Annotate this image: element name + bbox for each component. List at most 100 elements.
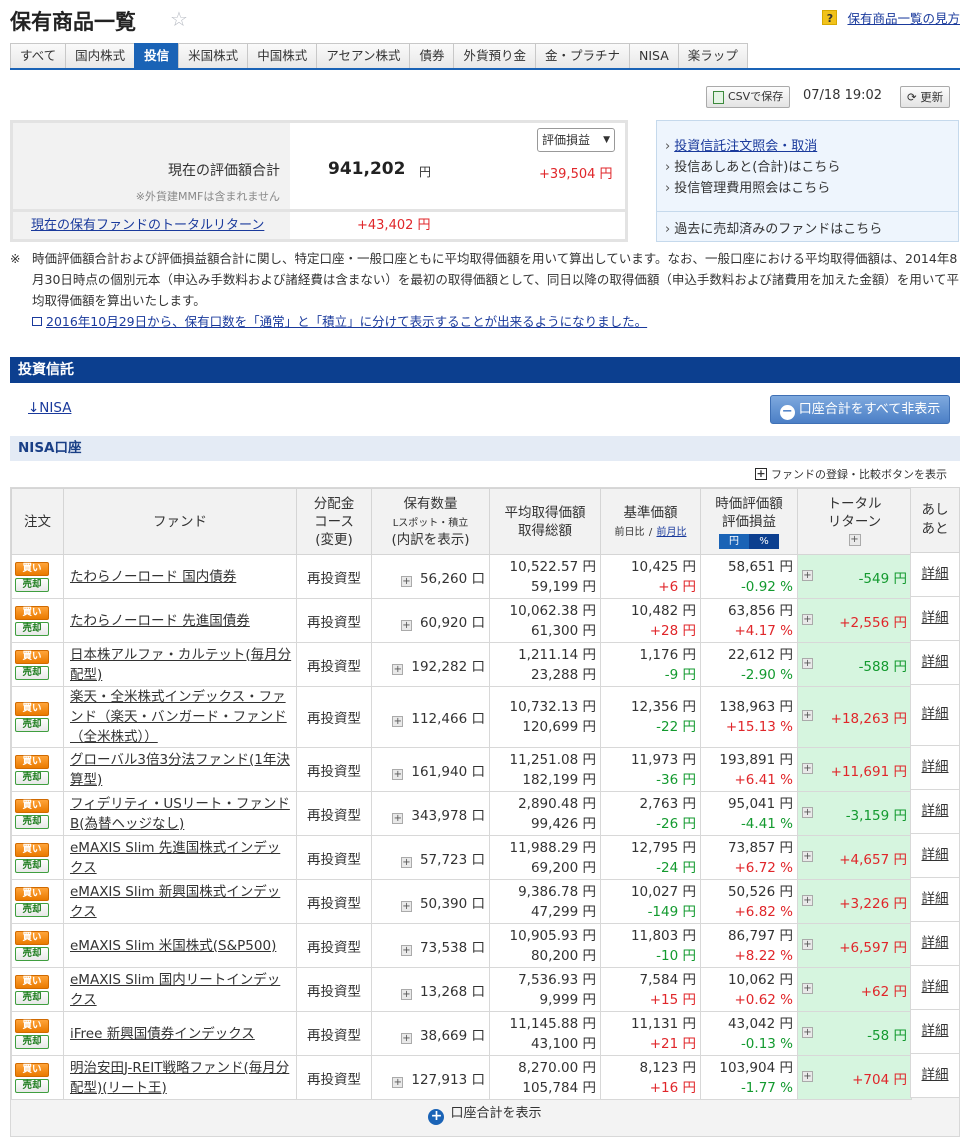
sold-funds-link[interactable]: 過去に売却済みのファンドはこちら [665, 218, 882, 237]
expand-quantity-icon[interactable]: + [400, 856, 412, 868]
expand-quantity-icon[interactable]: + [400, 1032, 412, 1044]
footprint-link[interactable]: 投信あしあと(合計)はこちら [665, 156, 840, 175]
detail-link[interactable]: 詳細 [922, 847, 949, 863]
sell-button[interactable]: 売却 [15, 902, 49, 917]
fund-name-link[interactable]: たわらノーロード 先進国債券 [70, 611, 292, 631]
display-change-link[interactable]: 2016年10月29日から、保有口数を「通常」と「積立」に分けて表示することが出… [32, 311, 647, 332]
expand-return-icon[interactable]: + [802, 569, 813, 581]
course-cell[interactable]: 再投資型 [296, 879, 372, 924]
detail-link[interactable]: 詳細 [922, 935, 949, 951]
hide-all-totals-button[interactable]: − 口座合計をすべて非表示 [770, 395, 950, 424]
buy-button[interactable]: 買い [15, 702, 49, 716]
tab-1[interactable]: 国内株式 [65, 43, 136, 68]
expand-quantity-icon[interactable]: + [392, 716, 404, 727]
course-cell[interactable]: 再投資型 [296, 967, 372, 1012]
sell-button[interactable]: 売却 [15, 990, 49, 1005]
fund-name-link[interactable]: eMAXIS Slim 国内リートインデックス [70, 970, 292, 1010]
tab-9[interactable]: NISA [629, 43, 679, 68]
fund-name-link[interactable]: 日本株アルファ・カルテット(毎月分配型) [70, 645, 292, 685]
expand-quantity-icon[interactable]: + [400, 575, 412, 587]
expand-quantity-icon[interactable]: + [392, 812, 404, 824]
expand-return-icon[interactable]: + [802, 938, 813, 950]
course-cell[interactable]: 再投資型 [296, 642, 372, 687]
tab-6[interactable]: 債券 [409, 43, 455, 68]
expand-return-icon[interactable]: + [802, 762, 813, 774]
sell-button[interactable]: 売却 [15, 1078, 49, 1093]
sell-button[interactable]: 売却 [15, 770, 49, 785]
expand-return-icon[interactable]: + [802, 850, 813, 862]
buy-button[interactable]: 買い [15, 605, 49, 620]
course-cell[interactable]: 再投資型 [296, 1011, 372, 1056]
course-cell[interactable]: 再投資型 [296, 554, 372, 599]
buy-button[interactable]: 買い [15, 930, 49, 945]
detail-link[interactable]: 詳細 [922, 654, 949, 670]
tab-4[interactable]: 中国株式 [247, 43, 318, 68]
course-cell[interactable]: 再投資型 [296, 686, 372, 748]
gain-type-select[interactable]: 評価損益 ▼ [537, 128, 615, 152]
buy-button[interactable]: 買い [15, 1018, 49, 1033]
detail-link[interactable]: 詳細 [922, 610, 949, 626]
expand-return-icon[interactable]: + [802, 894, 813, 906]
buy-button[interactable]: 買い [15, 649, 49, 664]
csv-save-button[interactable]: CSVで保存 [706, 86, 791, 108]
buy-button[interactable]: 買い [15, 1062, 49, 1077]
buy-button[interactable]: 買い [15, 842, 49, 857]
detail-link[interactable]: 詳細 [922, 891, 949, 907]
expand-return-icon[interactable]: + [848, 533, 861, 546]
detail-link[interactable]: 詳細 [922, 979, 949, 995]
detail-link[interactable]: 詳細 [922, 1023, 949, 1039]
show-total-button[interactable]: + 口座合計を表示 [11, 1102, 959, 1125]
course-cell[interactable]: 再投資型 [296, 598, 372, 643]
expand-return-icon[interactable]: + [802, 1026, 813, 1038]
buy-button[interactable]: 買い [15, 886, 49, 901]
buy-button[interactable]: 買い [15, 974, 49, 989]
sell-button[interactable]: 売却 [15, 946, 49, 961]
expand-return-icon[interactable]: + [802, 982, 813, 994]
tab-2[interactable]: 投信 [134, 43, 180, 68]
course-cell[interactable]: 再投資型 [296, 1055, 372, 1100]
buy-button[interactable]: 買い [15, 798, 49, 813]
refresh-button[interactable]: ⟳ 更新 [900, 86, 951, 108]
fund-register-toggle[interactable]: + ファンドの登録・比較ボタンを表示 [755, 466, 947, 482]
fund-name-link[interactable]: たわらノーロード 国内債券 [70, 567, 292, 587]
course-cell[interactable]: 再投資型 [296, 923, 372, 968]
detail-link[interactable]: 詳細 [922, 706, 949, 722]
fund-name-link[interactable]: eMAXIS Slim 米国株式(S&P500) [70, 936, 292, 956]
sell-button[interactable]: 売却 [15, 577, 49, 592]
detail-link[interactable]: 詳細 [922, 1067, 949, 1083]
sell-button[interactable]: 売却 [15, 858, 49, 873]
nisa-anchor-link[interactable]: ↓NISA [28, 400, 71, 416]
expand-return-icon[interactable]: + [802, 710, 813, 721]
unit-toggle[interactable]: 円% [719, 533, 779, 549]
course-cell[interactable]: 再投資型 [296, 835, 372, 880]
tab-3[interactable]: 米国株式 [178, 43, 249, 68]
sell-button[interactable]: 売却 [15, 718, 49, 732]
buy-button[interactable]: 買い [15, 561, 49, 576]
sell-button[interactable]: 売却 [15, 814, 49, 829]
fund-name-link[interactable]: iFree 新興国債券インデックス [70, 1024, 292, 1044]
help-link[interactable]: ? 保有商品一覧の見方 [822, 8, 960, 27]
fund-name-link[interactable]: グローバル3倍3分法ファンド(1年決算型) [70, 750, 292, 790]
tab-7[interactable]: 外貨預り金 [453, 43, 536, 68]
sell-button[interactable]: 売却 [15, 621, 49, 636]
fund-name-link[interactable]: フィデリティ・USリート・ファンドB(為替ヘッジなし) [70, 794, 292, 834]
fund-name-link[interactable]: eMAXIS Slim 先進国株式インデックス [70, 838, 292, 878]
expand-quantity-icon[interactable]: + [400, 988, 412, 1000]
unit-percent-button[interactable]: % [749, 533, 779, 549]
tab-8[interactable]: 金・プラチナ [535, 43, 631, 68]
tab-10[interactable]: 楽ラップ [677, 43, 748, 68]
expand-quantity-icon[interactable]: + [392, 768, 404, 780]
course-cell[interactable]: 再投資型 [296, 747, 372, 792]
fee-inquiry-link[interactable]: 投信管理費用照会はこちら [665, 177, 830, 196]
star-icon[interactable]: ☆ [170, 7, 188, 31]
expand-quantity-icon[interactable]: + [392, 1076, 404, 1088]
fund-name-link[interactable]: eMAXIS Slim 新興国株式インデックス [70, 882, 292, 922]
tab-5[interactable]: アセアン株式 [316, 43, 411, 68]
expand-return-icon[interactable]: + [802, 657, 813, 669]
sell-button[interactable]: 売却 [15, 1034, 49, 1049]
expand-quantity-icon[interactable]: + [400, 944, 412, 956]
expand-quantity-icon[interactable]: + [392, 663, 404, 675]
expand-return-icon[interactable]: + [802, 806, 813, 818]
expand-return-icon[interactable]: + [802, 613, 813, 625]
monthly-change-link[interactable]: 前月比 [656, 527, 686, 538]
